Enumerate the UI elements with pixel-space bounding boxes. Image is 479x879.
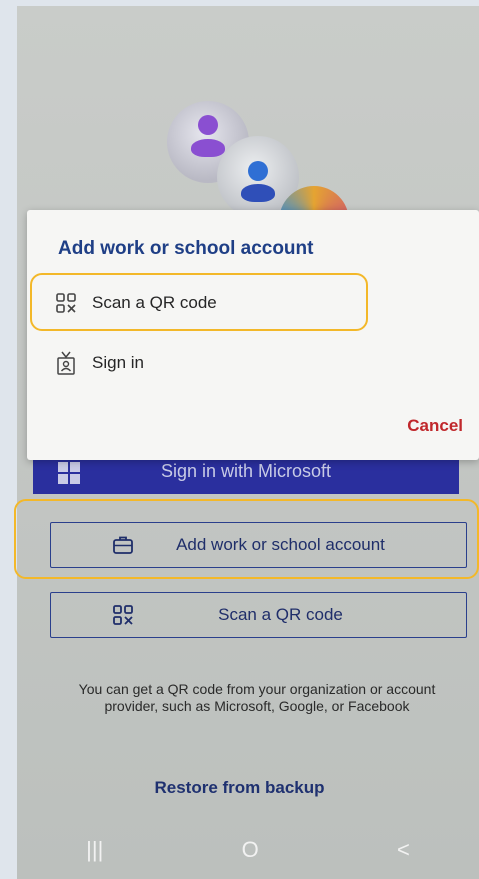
- android-nav-bar: ||| O <: [17, 820, 479, 879]
- dialog-option-sign-in[interactable]: Sign in: [27, 337, 372, 389]
- scan-qr-button[interactable]: Scan a QR code: [50, 592, 467, 638]
- dialog-option-sign-in-label: Sign in: [92, 353, 144, 372]
- cancel-button[interactable]: Cancel: [407, 416, 463, 436]
- back-icon[interactable]: <: [397, 837, 410, 863]
- qr-code-icon: [111, 603, 135, 627]
- sign-in-microsoft-label: Sign in with Microsoft: [160, 460, 332, 481]
- add-account-dialog: Add work or school account Scan a QR cod…: [27, 210, 479, 460]
- restore-from-backup-link[interactable]: Restore from backup: [0, 778, 479, 798]
- recents-icon[interactable]: |||: [86, 837, 103, 863]
- badge-icon: [54, 351, 78, 375]
- microsoft-logo: [58, 462, 80, 484]
- highlight-scan-qr-option: [30, 273, 368, 331]
- qr-helper-text: You can get a QR code from your organiza…: [78, 681, 436, 714]
- dialog-title: Add work or school account: [58, 238, 314, 259]
- home-icon[interactable]: O: [242, 837, 259, 863]
- highlight-add-account-button: [14, 499, 479, 579]
- scan-qr-label: Scan a QR code: [218, 605, 343, 624]
